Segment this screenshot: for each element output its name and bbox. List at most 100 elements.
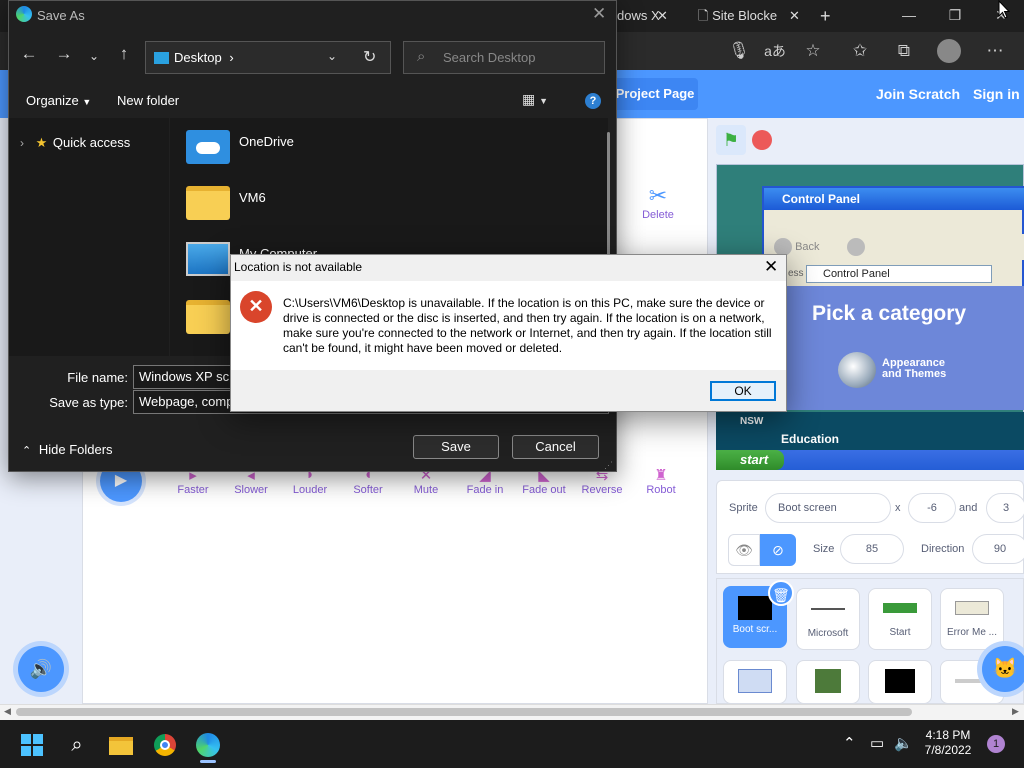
notification-badge[interactable]: 1 xyxy=(987,735,1005,753)
hide-folders-button[interactable]: ⌃ Hide Folders xyxy=(22,442,113,457)
xp-start-button: start xyxy=(716,450,784,470)
file-item-onedrive[interactable]: OneDrive xyxy=(186,130,486,174)
direction-input[interactable]: 90 xyxy=(972,534,1024,564)
file-item-vm6[interactable]: VM6 xyxy=(186,186,486,230)
sprite-tile-window[interactable] xyxy=(723,660,787,704)
file-name-label: File name: xyxy=(67,370,128,385)
change-view-button[interactable]: ▦ ▼ xyxy=(522,91,548,108)
project-page-button[interactable]: Project Page xyxy=(612,78,698,110)
more-options-icon[interactable]: ⋯ xyxy=(980,32,1010,70)
delete-sprite-button[interactable]: 🗑 xyxy=(768,580,794,606)
dropdown-arrow-icon: ▼ xyxy=(539,96,549,106)
search-placeholder: Search Desktop xyxy=(443,50,536,65)
dropdown-arrow-icon: ▼ xyxy=(82,97,92,107)
xp-pick-category: Pick a category xyxy=(812,302,967,325)
up-arrow-icon[interactable]: ↑ xyxy=(112,44,136,64)
close-icon[interactable]: ✕ xyxy=(764,257,778,277)
y-position-input[interactable]: 3 xyxy=(986,493,1024,523)
tab-close-icon[interactable]: ✕ xyxy=(657,4,671,32)
help-icon[interactable]: ? xyxy=(585,93,601,109)
microphone-icon[interactable]: 🎙 xyxy=(724,32,754,70)
cancel-button[interactable]: Cancel xyxy=(512,435,599,459)
chrome-icon[interactable] xyxy=(146,726,184,764)
x-position-input[interactable]: -6 xyxy=(908,493,956,523)
size-label: Size xyxy=(813,543,835,555)
tab-label: dows X xyxy=(617,8,660,23)
xp-back-label: Back xyxy=(795,241,820,253)
hide-folders-label: Hide Folders xyxy=(38,442,113,457)
green-flag-button[interactable]: ⚑ xyxy=(716,125,746,155)
error-icon: ✕ xyxy=(240,291,272,323)
edge-icon[interactable] xyxy=(189,726,227,764)
search-icon[interactable]: ⌕ xyxy=(58,726,96,764)
forward-arrow-icon[interactable]: → xyxy=(52,44,76,64)
new-folder-button[interactable]: New folder xyxy=(117,93,179,108)
effect-label: Mute xyxy=(413,484,439,496)
read-aloud-icon[interactable]: aあ xyxy=(760,32,790,70)
tab-close-icon[interactable]: ✕ xyxy=(789,4,803,32)
save-button[interactable]: Save xyxy=(413,435,499,459)
volume-icon[interactable]: 🔈 xyxy=(894,720,913,768)
delete-button[interactable]: ✂ Delete xyxy=(630,183,686,221)
time: 4:18 PM xyxy=(925,728,971,742)
organize-button[interactable]: Organize ▼ xyxy=(26,93,91,108)
effect-robot-button[interactable]: ♜ Robot xyxy=(633,466,689,496)
add-sound-button[interactable]: 🔊 xyxy=(18,646,64,692)
restore-button[interactable]: ❐ xyxy=(932,0,978,32)
file-name: VM6 xyxy=(239,190,266,205)
sprite-thumbnail xyxy=(811,608,845,610)
scrollbar-thumb[interactable] xyxy=(16,708,912,716)
hide-sprite-button[interactable]: ⊘ xyxy=(760,534,796,566)
effect-label: Fade in xyxy=(466,484,504,496)
new-tab-button[interactable]: + xyxy=(820,4,831,28)
xp-toolbar: Back xyxy=(764,234,1024,260)
xp-title: Control Panel xyxy=(782,192,861,206)
chevron-down-icon[interactable]: ⌄ xyxy=(327,49,337,63)
start-button[interactable] xyxy=(13,726,51,764)
file-explorer-icon[interactable] xyxy=(102,726,140,764)
sprite-thumbnail xyxy=(738,669,772,693)
y-label: and xyxy=(959,502,978,514)
ok-button[interactable]: OK xyxy=(710,381,776,401)
taskbar-clock[interactable]: 4:18 PM 7/8/2022 xyxy=(918,728,978,758)
network-icon[interactable]: ▭ xyxy=(870,720,884,768)
scroll-left-arrow-icon[interactable]: ◀ xyxy=(4,706,11,717)
sign-in-link[interactable]: Sign in xyxy=(973,70,1020,118)
browser-tab-windows-xp[interactable]: dows X xyxy=(617,4,685,32)
favorites-icon[interactable]: ✩ xyxy=(845,32,875,70)
collections-icon[interactable]: ⧉ xyxy=(889,32,919,70)
page-icon: 🗋 xyxy=(698,8,709,23)
minimize-button[interactable]: — xyxy=(886,0,932,32)
add-sprite-button[interactable]: 🐱 xyxy=(982,646,1024,692)
back-arrow-icon[interactable]: ← xyxy=(17,44,41,64)
refresh-icon[interactable]: ↻ xyxy=(363,47,376,67)
close-icon[interactable]: ✕ xyxy=(592,4,606,24)
profile-avatar[interactable] xyxy=(937,39,961,63)
error-message: C:\Users\VM6\Desktop is unavailable. If … xyxy=(283,296,772,355)
cat-plus-icon: 🐱 xyxy=(992,658,1018,680)
sprite-tile-start[interactable]: Start xyxy=(868,588,932,650)
join-scratch-link[interactable]: Join Scratch xyxy=(876,70,960,118)
sprite-tile-error-message[interactable]: Error Me ... xyxy=(940,588,1004,650)
stop-button[interactable] xyxy=(752,130,772,150)
recent-locations-icon[interactable]: ⌄ xyxy=(82,49,106,63)
show-sprite-button[interactable]: 👁 xyxy=(728,534,760,566)
resize-grip-icon[interactable]: ⋰ xyxy=(604,460,613,471)
organize-label: Organize xyxy=(26,93,79,108)
sprite-tile-chip[interactable] xyxy=(796,660,860,704)
add-favorite-icon[interactable]: ☆ xyxy=(798,32,828,70)
themes-text: and Themes xyxy=(882,368,947,380)
scroll-right-arrow-icon[interactable]: ▶ xyxy=(1012,706,1019,717)
sprite-name: Error Me ... xyxy=(946,627,997,638)
error-dialog-title: Location is not available xyxy=(234,260,363,274)
show-hidden-icons-icon[interactable]: ⌃ xyxy=(843,720,856,768)
sprite-tile-microsoft[interactable]: Microsoft xyxy=(796,588,860,650)
size-input[interactable]: 85 xyxy=(840,534,904,564)
nav-item-quick-access[interactable]: › ★ Quick access xyxy=(20,135,130,151)
quick-access-label: Quick access xyxy=(52,135,131,150)
sprite-thumbnail xyxy=(815,669,841,693)
folder-icon[interactable] xyxy=(186,300,230,334)
sprite-tile-black[interactable] xyxy=(868,660,932,704)
sprite-name-input[interactable]: Boot screen xyxy=(765,493,891,523)
expand-chevron-icon: › xyxy=(20,136,24,150)
